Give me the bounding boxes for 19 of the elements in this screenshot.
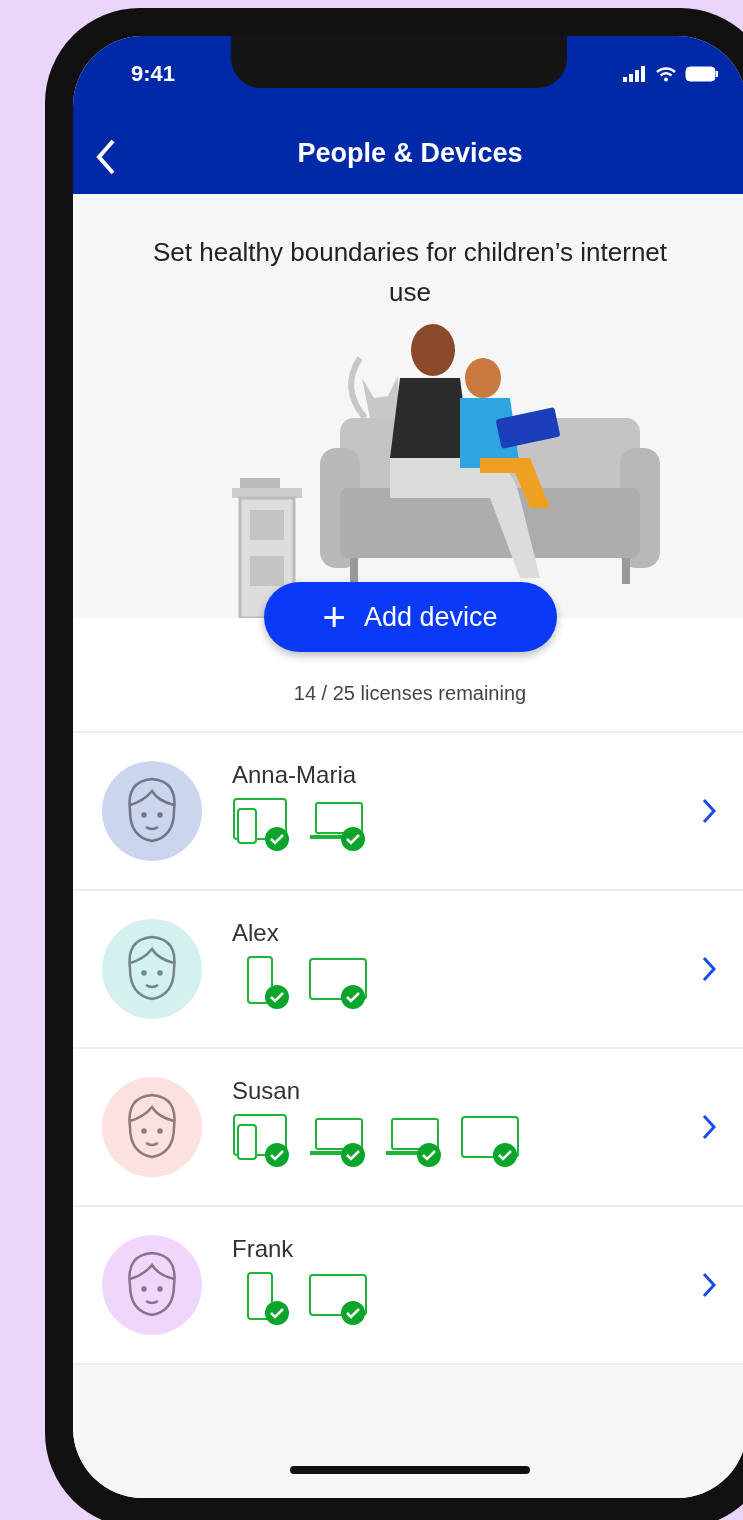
wifi-icon	[655, 66, 677, 82]
licenses-remaining: 14 / 25 licenses remaining	[293, 682, 527, 705]
person-row[interactable]: Susan	[73, 1049, 743, 1207]
status-time: 9:41	[131, 61, 176, 87]
person-name: Frank	[232, 1235, 295, 1263]
chevron-right-icon[interactable]	[701, 797, 717, 825]
add-device-button[interactable]: + Add device	[263, 582, 557, 652]
person-row[interactable]: Anna-Maria	[73, 733, 743, 891]
person-row[interactable]: Alex	[73, 891, 743, 1049]
person-name: Alex	[232, 919, 280, 947]
chevron-right-icon[interactable]	[701, 955, 717, 983]
person-name: Anna-Maria	[232, 761, 358, 789]
battery-icon	[685, 66, 719, 82]
screen-title: People & Devices	[297, 137, 523, 169]
person-name: Susan	[232, 1077, 302, 1105]
chevron-right-icon[interactable]	[701, 1113, 717, 1141]
chevron-right-icon[interactable]	[701, 1271, 717, 1299]
signal-icon	[623, 66, 647, 82]
headline: Set healthy boundaries for children’s internet use	[151, 236, 669, 309]
